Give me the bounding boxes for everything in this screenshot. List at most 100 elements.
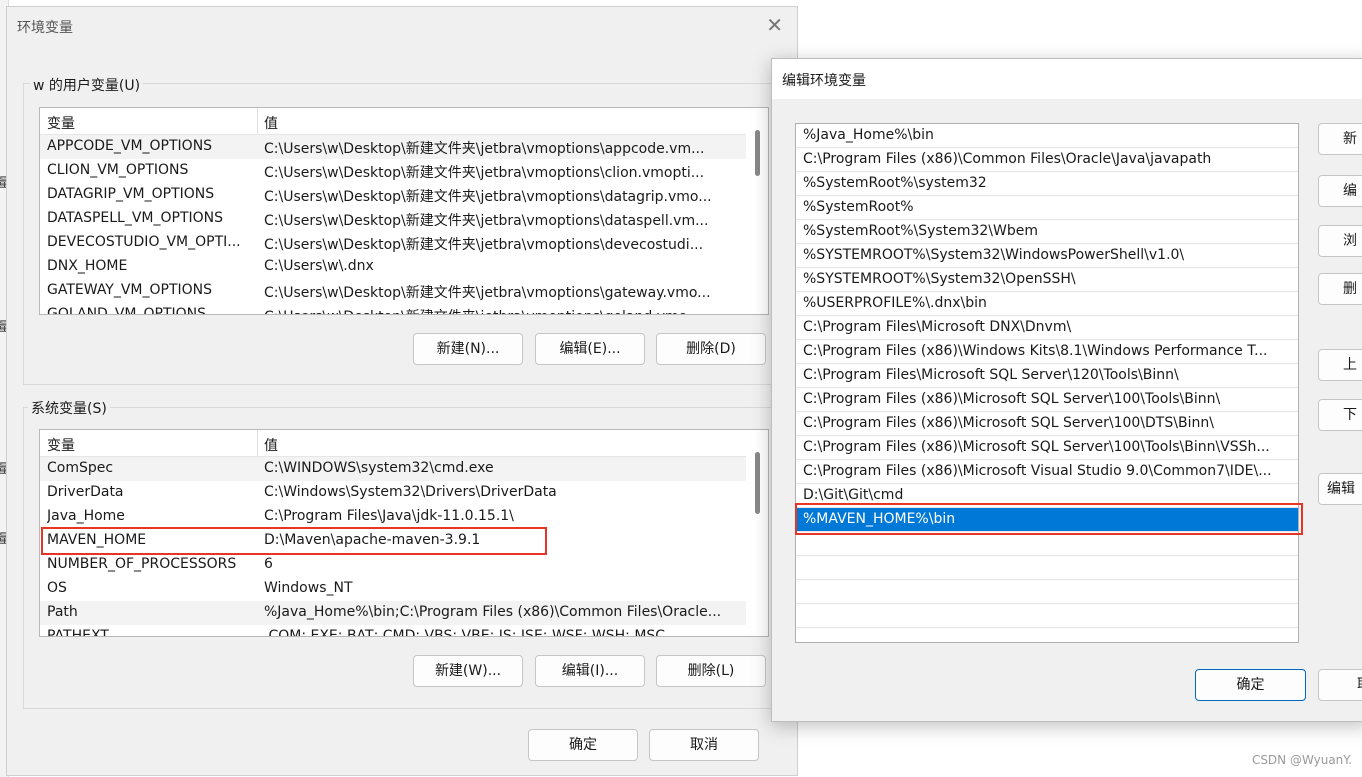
scrollbar-thumb[interactable] — [755, 452, 760, 514]
table-row[interactable]: GOLAND_VM_OPTIONS C:\Users\w\Desktop\新建文件… — [40, 303, 746, 314]
variable-name: OS — [47, 580, 67, 596]
path-entry[interactable]: C:\Program Files (x86)\Microsoft SQL Ser… — [796, 412, 1298, 436]
variable-value: 6 — [264, 556, 273, 572]
user-new-button[interactable]: 新建(N)... — [413, 333, 523, 365]
path-entry[interactable]: C:\Program Files (x86)\Microsoft Visual … — [796, 460, 1298, 484]
edit-cancel-button[interactable]: 取 — [1318, 669, 1362, 701]
cancel-button[interactable]: 取消 — [649, 729, 759, 761]
system-list-scrollbar[interactable] — [746, 430, 768, 636]
variable-name: APPCODE_VM_OPTIONS — [47, 138, 213, 154]
path-entry-text: %Java_Home%\bin — [803, 127, 934, 143]
empty-row[interactable] — [796, 604, 1298, 628]
table-row[interactable]: APPCODE_VM_OPTIONS C:\Users\w\Desktop\新建文… — [40, 135, 746, 159]
system-edit-button[interactable]: 编辑(I)... — [535, 655, 645, 687]
path-entry[interactable]: %SystemRoot% — [796, 196, 1298, 220]
edit-text-button[interactable]: 编辑 — [1318, 473, 1362, 505]
variable-value: C:\WINDOWS\system32\cmd.exe — [264, 460, 494, 476]
column-header-value[interactable]: 值 — [264, 113, 278, 133]
column-divider[interactable] — [257, 108, 258, 134]
table-row[interactable]: Path %Java_Home%\bin;C:\Program Files (x8… — [40, 601, 746, 625]
variable-name: NUMBER_OF_PROCESSORS — [47, 556, 237, 572]
empty-row[interactable] — [796, 556, 1298, 580]
system-new-button[interactable]: 新建(W)... — [413, 655, 523, 687]
path-entry-text: C:\Program Files (x86)\Windows Kits\8.1\… — [803, 343, 1268, 359]
path-entry-text: %SystemRoot% — [803, 199, 914, 215]
table-row[interactable]: DNX_HOME C:\Users\w\.dnx — [40, 255, 746, 279]
path-entry-text: C:\Program Files (x86)\Microsoft Visual … — [803, 463, 1272, 479]
table-row[interactable]: PATHEXT .COM;.EXE;.BAT;.CMD;.VBS;.VBE;.JS… — [40, 625, 746, 637]
path-entry-text: C:\Program Files (x86)\Microsoft SQL Ser… — [803, 391, 1221, 407]
edit-path-button[interactable]: 编 — [1318, 175, 1362, 207]
variable-value: C:\Users\w\Desktop\新建文件夹\jetbra\vmoption… — [264, 306, 746, 314]
dialog-titlebar[interactable]: 编辑环境变量 — [772, 59, 1362, 99]
path-entry-text: %SystemRoot%\system32 — [803, 175, 987, 191]
path-entry-text: %SYSTEMROOT%\System32\OpenSSH\ — [803, 271, 1076, 287]
table-row[interactable]: CLION_VM_OPTIONS C:\Users\w\Desktop\新建文件夹… — [40, 159, 746, 183]
list-header: 变量 值 — [40, 430, 746, 457]
table-row[interactable]: NUMBER_OF_PROCESSORS 6 — [40, 553, 746, 577]
path-entry[interactable]: C:\Program Files (x86)\Microsoft SQL Ser… — [796, 388, 1298, 412]
variable-value: .COM;.EXE;.BAT;.CMD;.VBS;.VBE;.JS;.JSE;.… — [264, 628, 666, 637]
column-header-variable[interactable]: 变量 — [47, 435, 75, 455]
variable-name: DEVECOSTUDIO_VM_OPTI... — [47, 234, 241, 250]
path-entry-text: C:\Program Files\Microsoft DNX\Dnvm\ — [803, 319, 1072, 335]
scrollbar-thumb[interactable] — [755, 130, 760, 176]
path-entry-text: %USERPROFILE%\.dnx\bin — [803, 295, 987, 311]
table-row[interactable]: GATEWAY_VM_OPTIONS C:\Users\w\Desktop\新建文… — [40, 279, 746, 303]
variable-name: CLION_VM_OPTIONS — [47, 162, 189, 178]
user-variables-list[interactable]: 变量 值 APPCODE_VM_OPTIONS C:\Users\w\Deskto… — [39, 107, 769, 315]
new-path-button[interactable]: 新 — [1318, 123, 1362, 155]
user-list-scrollbar[interactable] — [746, 108, 768, 314]
variable-value: C:\Users\w\.dnx — [264, 258, 374, 274]
move-down-button[interactable]: 下 — [1318, 399, 1362, 431]
path-entry[interactable]: %SYSTEMROOT%\System32\OpenSSH\ — [796, 268, 1298, 292]
path-entries-list[interactable]: %Java_Home%\bin C:\Program Files (x86)\Co… — [795, 123, 1299, 643]
empty-row[interactable] — [796, 580, 1298, 604]
variable-value: C:\Users\w\Desktop\新建文件夹\jetbra\vmoption… — [264, 285, 711, 301]
variable-value: C:\Users\w\Desktop\新建文件夹\jetbra\vmoption… — [264, 189, 712, 205]
maven-home-highlight-box — [41, 527, 547, 555]
variable-name: DriverData — [47, 484, 124, 500]
path-entry[interactable]: %SystemRoot%\system32 — [796, 172, 1298, 196]
table-row[interactable]: DATAGRIP_VM_OPTIONS C:\Users\w\Desktop\新建… — [40, 183, 746, 207]
list-header: 变量 值 — [40, 108, 746, 135]
system-delete-button[interactable]: 删除(L) — [656, 655, 766, 687]
path-entry[interactable]: C:\Program Files\Microsoft SQL Server\12… — [796, 364, 1298, 388]
path-entry[interactable]: %Java_Home%\bin — [796, 124, 1298, 148]
path-entry[interactable]: C:\Program Files (x86)\Microsoft SQL Ser… — [796, 436, 1298, 460]
path-entry-text: C:\Program Files (x86)\Microsoft SQL Ser… — [803, 415, 1214, 431]
table-row[interactable]: Java_Home C:\Program Files\Java\jdk-11.0.… — [40, 505, 746, 529]
variable-name: GATEWAY_VM_OPTIONS — [47, 282, 213, 298]
user-variables-label: w 的用户变量(U) — [30, 75, 144, 95]
dialog-title: 编辑环境变量 — [782, 73, 866, 89]
ok-button[interactable]: 确定 — [528, 729, 638, 761]
move-up-button[interactable]: 上 — [1318, 349, 1362, 381]
path-entry[interactable]: C:\Program Files (x86)\Windows Kits\8.1\… — [796, 340, 1298, 364]
empty-row[interactable] — [796, 532, 1298, 556]
environment-variables-dialog: 环境变量 ✕ w 的用户变量(U) 变量 值 APPCODE_VM_OPTION… — [6, 6, 798, 776]
table-row[interactable]: DEVECOSTUDIO_VM_OPTI... C:\Users\w\Deskto… — [40, 231, 746, 255]
column-header-variable[interactable]: 变量 — [47, 113, 75, 133]
user-edit-button[interactable]: 编辑(E)... — [535, 333, 645, 365]
path-entry[interactable]: %SystemRoot%\System32\Wbem — [796, 220, 1298, 244]
path-entry[interactable]: C:\Program Files\Microsoft DNX\Dnvm\ — [796, 316, 1298, 340]
table-row[interactable]: OS Windows_NT — [40, 577, 746, 601]
table-row[interactable]: ComSpec C:\WINDOWS\system32\cmd.exe — [40, 457, 746, 481]
close-icon[interactable]: ✕ — [766, 13, 783, 37]
table-row[interactable]: DriverData C:\Windows\System32\Drivers\Dr… — [40, 481, 746, 505]
path-entry-text: C:\Program Files (x86)\Common Files\Orac… — [803, 151, 1212, 167]
column-divider[interactable] — [257, 430, 258, 456]
browse-button[interactable]: 浏 — [1318, 225, 1362, 257]
variable-value: Windows_NT — [264, 580, 353, 596]
path-entry[interactable]: C:\Program Files (x86)\Common Files\Orac… — [796, 148, 1298, 172]
delete-path-button[interactable]: 删 — [1318, 273, 1362, 305]
path-entry[interactable]: %USERPROFILE%\.dnx\bin — [796, 292, 1298, 316]
variable-value: C:\Users\w\Desktop\新建文件夹\jetbra\vmoption… — [264, 213, 709, 229]
column-header-value[interactable]: 值 — [264, 435, 278, 455]
variable-name: DATASPELL_VM_OPTIONS — [47, 210, 224, 226]
path-entry[interactable]: %SYSTEMROOT%\System32\WindowsPowerShell\… — [796, 244, 1298, 268]
variable-name: PATHEXT — [47, 628, 109, 637]
table-row[interactable]: DATASPELL_VM_OPTIONS C:\Users\w\Desktop\新… — [40, 207, 746, 231]
user-delete-button[interactable]: 删除(D) — [656, 333, 766, 365]
edit-ok-button[interactable]: 确定 — [1195, 669, 1306, 701]
